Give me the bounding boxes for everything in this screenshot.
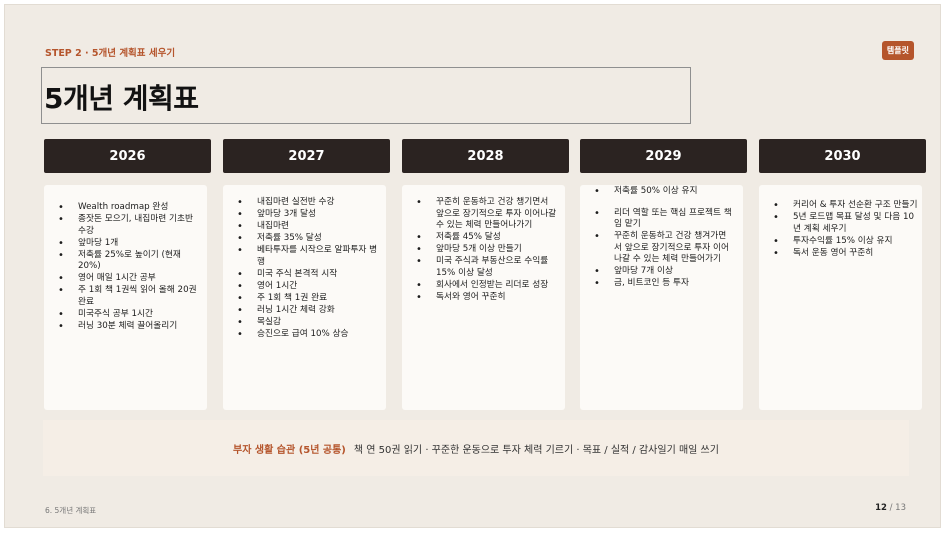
goal-item: 종잣돈 모으기, 내집마련 기초반 수강	[58, 214, 203, 237]
goal-item: 독서 운동 영어 꾸준히	[773, 248, 920, 260]
goal-item: 투자수익률 15% 이상 유지	[773, 236, 920, 248]
goal-item: 미국 주식 본격적 시작	[237, 269, 382, 281]
page-total: / 13	[889, 503, 906, 513]
goal-item: 내집마련 실전반 수강	[237, 197, 382, 209]
step-label: STEP 2 · 5개년 계획표 세우기	[45, 48, 176, 59]
year-header-2029: 2029	[580, 139, 747, 173]
goal-item: 목실감	[237, 317, 382, 329]
goal-list: 저축률 50% 이상 유지 리더 역할 또는 핵심 프로젝트 책임 맡기 꾸준히…	[580, 185, 743, 290]
goal-item: 주 1회 책 1권씩 읽어 올해 20권 완료	[58, 285, 203, 308]
goal-item: 저축률 50% 이상 유지	[594, 186, 735, 198]
goal-item: 커리어 & 투자 선순환 구조 만들기	[773, 200, 920, 212]
goal-item: 주 1회 책 1권 완료	[237, 293, 382, 305]
goal-item: 저축률 45% 달성	[416, 232, 559, 244]
year-card-2030: 커리어 & 투자 선순환 구조 만들기 5년 로드맵 목표 달성 및 다음 10…	[759, 185, 922, 410]
goal-item: 앞마당 3개 달성	[237, 209, 382, 221]
goal-item: 승진으로 급여 10% 상승	[237, 329, 382, 341]
goal-item: 리더 역할 또는 핵심 프로젝트 책임 맡기	[594, 208, 735, 231]
title-box[interactable]: 5개년 계획표	[41, 67, 691, 124]
footer-section: 6. 5개년 계획표	[45, 506, 97, 515]
brand-badge: 템플릿	[881, 41, 914, 60]
goal-item: 미국주식 공부 1시간	[58, 309, 203, 321]
goal-item: 저축률 25%로 높이기 (현재 20%)	[58, 250, 203, 273]
goal-item: 앞마당 7개 이상	[594, 266, 735, 278]
goal-item: 러닝 1시간 체력 강화	[237, 305, 382, 317]
year-card-2027: 내집마련 실전반 수강 앞마당 3개 달성 내집마련 저축률 35% 달성 베타…	[223, 185, 386, 410]
goal-item: 금, 비트코인 등 투자	[594, 278, 735, 290]
page-current: 12	[875, 503, 887, 513]
goal-list: 내집마련 실전반 수강 앞마당 3개 달성 내집마련 저축률 35% 달성 베타…	[223, 185, 386, 340]
goal-item: 앞마당 1개	[58, 238, 203, 250]
page-title: 5개년 계획표	[44, 82, 199, 115]
year-card-2026: Wealth roadmap 완성 종잣돈 모으기, 내집마련 기초반 수강 앞…	[44, 185, 207, 410]
goal-item: 미국 주식과 부동산으로 수익률 15% 이상 달성	[416, 256, 559, 279]
goal-item: 꾸준히 운동하고 건강 챙기면서 앞으로 장기적으로 투자 이어나갈 수 있는 …	[416, 197, 559, 232]
habit-bar: 부자 생활 습관 (5년 공통) 책 연 50권 읽기 · 꾸준한 운동으로 투…	[43, 420, 909, 476]
slide: STEP 2 · 5개년 계획표 세우기 템플릿 5개년 계획표 2026 20…	[4, 4, 941, 528]
goal-item: 영어 매일 1시간 공부	[58, 273, 203, 285]
goal-item: 5년 로드맵 목표 달성 및 다음 10년 계획 세우기	[773, 212, 920, 235]
goal-list: 꾸준히 운동하고 건강 챙기면서 앞으로 장기적으로 투자 이어나갈 수 있는 …	[402, 185, 565, 303]
year-header-2030: 2030	[759, 139, 926, 173]
year-card-2029: 저축률 50% 이상 유지 리더 역할 또는 핵심 프로젝트 책임 맡기 꾸준히…	[580, 185, 743, 410]
goal-item: 독서와 영어 꾸준히	[416, 292, 559, 304]
goal-item: 저축률 35% 달성	[237, 233, 382, 245]
goal-item: 영어 1시간	[237, 281, 382, 293]
goal-item: 러닝 30분 체력 끌어올리기	[58, 321, 203, 333]
page-indicator: 12 / 13	[875, 503, 906, 513]
goal-list: Wealth roadmap 완성 종잣돈 모으기, 내집마련 기초반 수강 앞…	[44, 185, 207, 332]
goal-item: 앞마당 5개 이상 만들기	[416, 244, 559, 256]
year-header-2027: 2027	[223, 139, 390, 173]
year-card-2028: 꾸준히 운동하고 건강 챙기면서 앞으로 장기적으로 투자 이어나갈 수 있는 …	[402, 185, 565, 410]
goal-item: 내집마련	[237, 221, 382, 233]
habit-label: 부자 생활 습관 (5년 공통)	[233, 444, 346, 456]
goal-item: 회사에서 인정받는 리더로 성장	[416, 280, 559, 292]
goal-item: Wealth roadmap 완성	[58, 202, 203, 214]
goal-list: 커리어 & 투자 선순환 구조 만들기 5년 로드맵 목표 달성 및 다음 10…	[759, 185, 922, 259]
goal-item: 베타투자를 시작으로 알파투자 병행	[237, 245, 382, 268]
habit-text: 책 연 50권 읽기 · 꾸준한 운동으로 투자 체력 기르기 · 목표 / 실…	[353, 444, 719, 456]
year-header-2028: 2028	[402, 139, 569, 173]
goal-item: 꾸준히 운동하고 건강 챙겨가면서 앞으로 장기적으로 투자 이어나갈 수 있는…	[594, 231, 735, 266]
year-header-2026: 2026	[44, 139, 211, 173]
